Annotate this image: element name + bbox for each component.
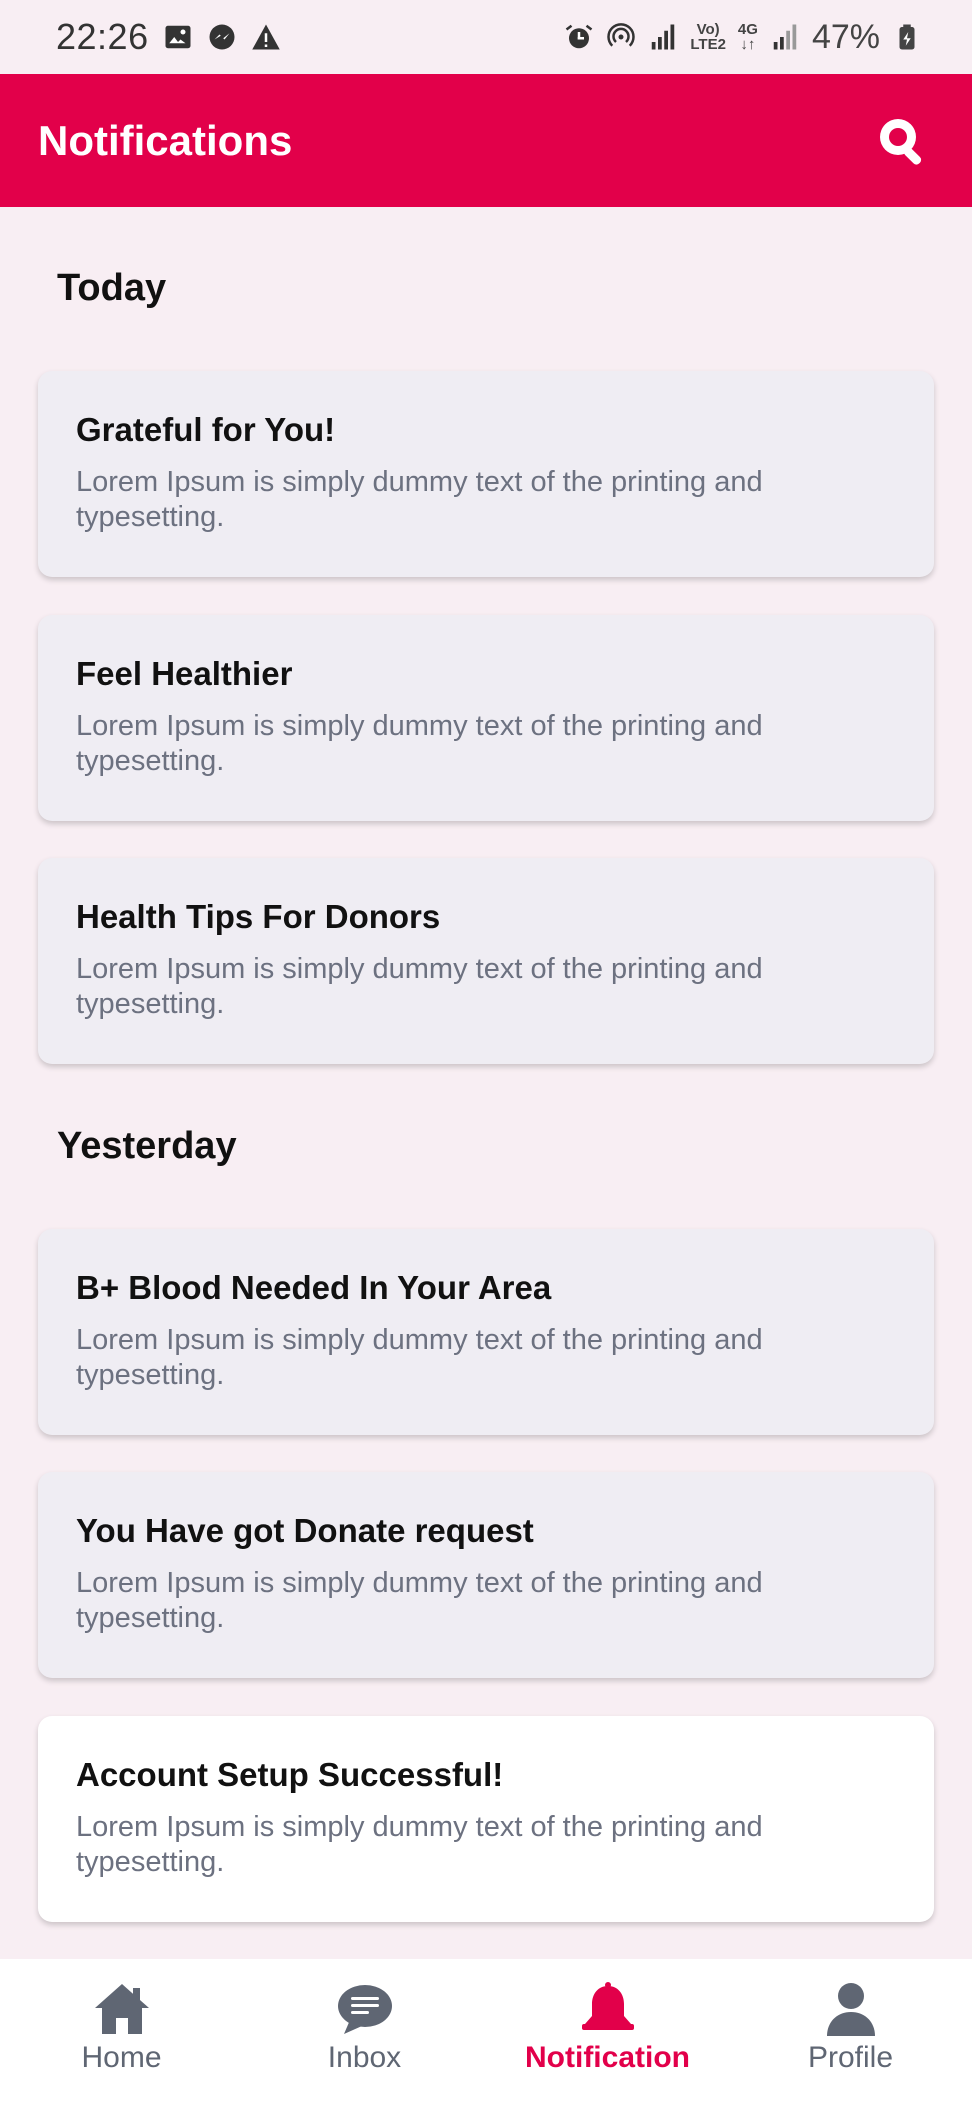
nav-label: Notification xyxy=(525,2041,690,2074)
search-icon xyxy=(880,118,922,165)
app-bar: Notifications xyxy=(0,74,972,207)
section-today: Today xyxy=(57,267,167,309)
bell-icon xyxy=(578,1981,638,2037)
nav-label: Home xyxy=(81,2041,162,2074)
nav-profile[interactable]: Profile xyxy=(729,1959,972,2123)
signal-2-icon xyxy=(773,24,797,50)
nav-label: Profile xyxy=(807,2041,894,2074)
nav-label: Inbox xyxy=(327,2041,402,2074)
status-right: Vo) LTE2 4G ↓↑ 47% xyxy=(564,18,922,57)
nav-home[interactable]: Home xyxy=(0,1959,243,2123)
signal-icon xyxy=(652,24,675,50)
notification-card[interactable]: You Have got Donate request Lorem Ipsum … xyxy=(38,1472,934,1678)
messenger-icon xyxy=(209,24,235,50)
page-title: Notifications xyxy=(38,116,293,164)
notification-title: You Have got Donate request xyxy=(76,1512,534,1549)
battery-percent: 47% xyxy=(811,17,880,56)
notification-title: Grateful for You! xyxy=(76,411,336,448)
battery-icon xyxy=(899,24,915,50)
nav-inbox[interactable]: Inbox xyxy=(243,1959,486,2123)
notification-title: Account Setup Successful! xyxy=(76,1756,504,1793)
notification-card[interactable]: Health Tips For Donors Lorem Ipsum is si… xyxy=(38,858,934,1064)
chat-icon xyxy=(335,1981,395,2037)
notification-title: Feel Healthier xyxy=(76,655,293,692)
notification-body: Lorem Ipsum is simply dummy text of the … xyxy=(76,1811,763,1878)
alarm-icon xyxy=(566,24,593,49)
notification-card[interactable]: Feel Healthier Lorem Ipsum is simply dum… xyxy=(38,615,934,821)
search-button[interactable] xyxy=(872,111,932,171)
status-left: 22:26 xyxy=(56,16,281,58)
notification-title: Health Tips For Donors xyxy=(76,898,441,935)
status-time: 22:26 xyxy=(56,16,149,57)
section-yesterday: Yesterday xyxy=(57,1125,237,1167)
home-icon xyxy=(92,1981,152,2037)
notification-title: B+ Blood Needed In Your Area xyxy=(76,1269,552,1306)
bottom-navigation: Home Inbox Notification Profile xyxy=(0,1959,972,2123)
volte-indicator: Vo) LTE2 xyxy=(690,21,726,53)
notification-body: Lorem Ipsum is simply dummy text of the … xyxy=(76,953,763,1020)
person-icon xyxy=(821,1981,881,2037)
notification-body: Lorem Ipsum is simply dummy text of the … xyxy=(76,1567,763,1634)
nav-notification[interactable]: Notification xyxy=(486,1959,729,2123)
notification-card[interactable]: Account Setup Successful! Lorem Ipsum is… xyxy=(38,1716,934,1922)
network-4g-indicator: 4G ↓↑ xyxy=(737,21,758,53)
warning-icon xyxy=(251,24,280,50)
notification-body: Lorem Ipsum is simply dummy text of the … xyxy=(76,710,763,777)
hotspot-icon xyxy=(607,23,636,47)
status-bar: 22:26 Vo) LTE2 4G ↓↑ 47% xyxy=(0,0,972,74)
notification-body: Lorem Ipsum is simply dummy text of the … xyxy=(76,1324,763,1391)
notification-card[interactable]: Grateful for You! Lorem Ipsum is simply … xyxy=(38,371,934,577)
notification-list[interactable]: Today Grateful for You! Lorem Ipsum is s… xyxy=(0,207,972,1959)
notification-card[interactable]: B+ Blood Needed In Your Area Lorem Ipsum… xyxy=(38,1229,934,1435)
notification-body: Lorem Ipsum is simply dummy text of the … xyxy=(76,466,763,533)
gallery-icon xyxy=(165,25,191,49)
